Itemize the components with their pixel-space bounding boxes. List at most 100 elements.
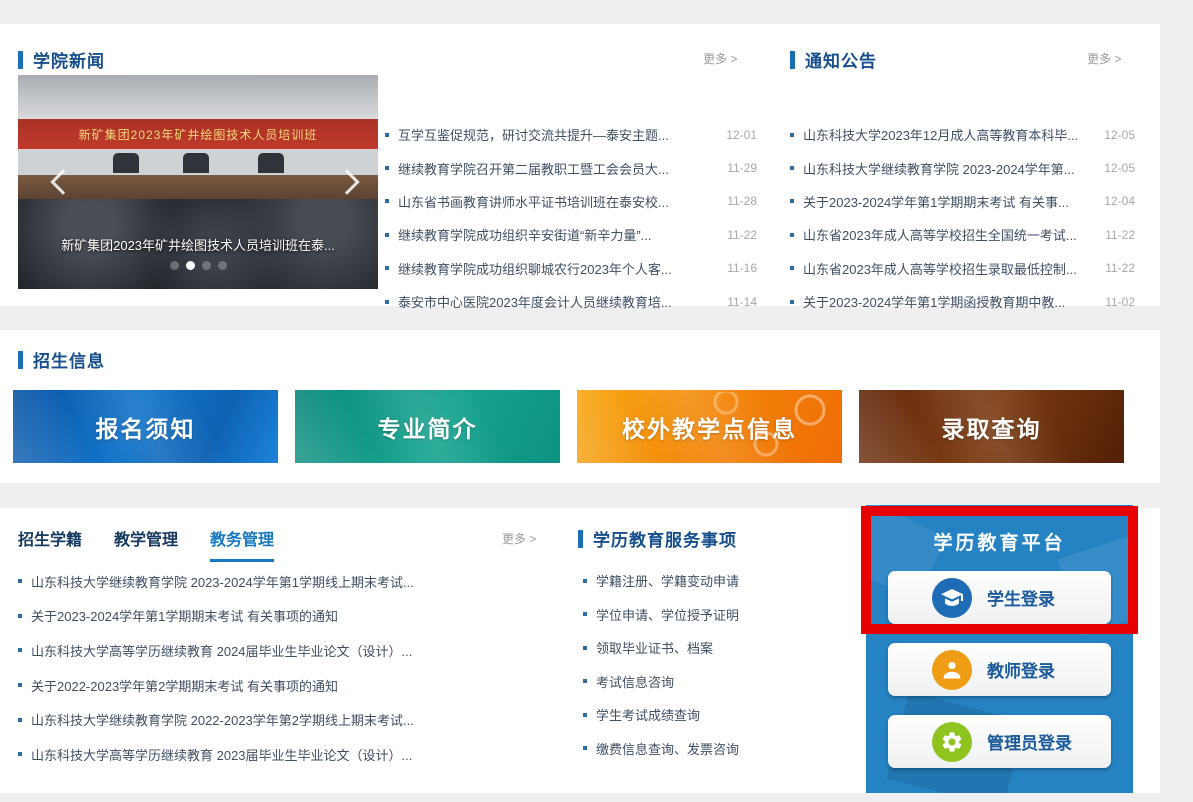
news-item[interactable]: 继续教育学院召开第二届教职工暨工会会员大... 11-29 [385,151,757,184]
info-item[interactable]: 山东科技大学高等学历继续教育 2024届毕业生毕业论文（设计）... [18,633,488,668]
service-item-title: 考试信息咨询 [596,672,863,691]
info-item[interactable]: 关于2022-2023学年第2学期期末考试 有关事项的通知 [18,668,488,703]
info-item-title: 山东科技大学高等学历继续教育 2024届毕业生毕业论文（设计）... [31,641,488,660]
graduation-cap-icon [932,578,972,618]
carousel-dot[interactable] [218,261,227,270]
info-item-title: 关于2023-2024学年第1学期期末考试 有关事项的通知 [31,606,488,625]
service-item[interactable]: 考试信息咨询 [583,665,863,699]
news-item[interactable]: 继续教育学院成功组织聊城农行2023年个人客... 11-16 [385,252,757,285]
news-item-date: 11-16 [727,261,757,275]
service-item[interactable]: 缴费信息查询、发票咨询 [583,732,863,766]
notices-section-title: 通知公告 [805,47,877,72]
news-item[interactable]: 互学互鉴促规范，研讨交流共提升—泰安主题... 12-01 [385,118,757,151]
admissions-card: 招生信息 报名须知 专业简介 校外教学点信息 录取查询 [0,330,1160,483]
notice-item-title: 关于2023-2024学年第1学期函授教育期中教... [803,292,1093,311]
service-item[interactable]: 领取毕业证书、档案 [583,631,863,665]
services-section-title: 学历教育服务事项 [593,526,737,551]
notice-item-date: 11-02 [1105,295,1135,309]
notice-item[interactable]: 山东省2023年成人高等学校招生全国统一考试... 11-22 [790,218,1135,251]
news-carousel[interactable]: 新矿集团2023年矿井绘图技术人员培训班 新矿集团2023年矿井绘图技术人员培训… [18,75,378,289]
carousel-dot[interactable] [170,261,179,270]
carousel-dot[interactable] [202,261,211,270]
service-item-title: 领取毕业证书、档案 [596,638,863,657]
bullet-icon [583,713,587,717]
bullet-icon [385,266,389,270]
admissions-banner-label: 专业简介 [378,410,478,444]
header-accent-bar [578,530,583,548]
news-more-link[interactable]: 更多 > [703,50,737,67]
notice-item-title: 山东科技大学2023年12月成人高等教育本科毕... [803,125,1092,144]
notices-more-link[interactable]: 更多 > [1087,50,1121,67]
bullet-icon [790,199,794,203]
notice-item-date: 11-22 [1105,228,1135,242]
admissions-banner-row: 报名须知 专业简介 校外教学点信息 录取查询 [13,390,1124,463]
services-list: 学籍注册、学籍变动申请 学位申请、学位授予证明 领取毕业证书、档案 考试信息咨询… [583,564,863,765]
admissions-banner[interactable]: 报名须知 [13,390,278,463]
notice-item[interactable]: 关于2023-2024学年第1学期函授教育期中教... 11-02 [790,285,1135,318]
notice-item[interactable]: 山东科技大学2023年12月成人高等教育本科毕... 12-05 [790,118,1135,151]
student-login-label: 学生登录 [987,585,1055,610]
notice-item-date: 12-05 [1104,128,1135,142]
admissions-banner-label: 报名须知 [96,410,196,444]
bullet-icon [18,718,22,722]
admissions-banner-label: 录取查询 [942,410,1042,444]
carousel-dots [18,261,378,270]
admin-login-button[interactable]: 管理员登录 [888,715,1111,768]
admissions-banner[interactable]: 专业简介 [295,390,560,463]
notice-item[interactable]: 山东科技大学继续教育学院 2023-2024学年第... 12-05 [790,151,1135,184]
news-item-date: 11-14 [727,295,757,309]
admissions-banner[interactable]: 校外教学点信息 [577,390,842,463]
info-item-title: 山东科技大学继续教育学院 2023-2024学年第1学期线上期末考试... [31,572,488,591]
tab-admission-enrollment[interactable]: 招生学籍 [18,526,82,562]
info-item[interactable]: 山东科技大学继续教育学院 2022-2023学年第2学期线上期末考试... [18,702,488,737]
bullet-icon [18,648,22,652]
news-item-date: 11-29 [727,161,757,175]
admissions-banner[interactable]: 录取查询 [859,390,1124,463]
carousel-caption[interactable]: 新矿集团2023年矿井绘图技术人员培训班在泰... [18,235,378,254]
bullet-icon [583,746,587,750]
gear-icon [932,722,972,762]
bullet-icon [790,266,794,270]
info-item-title: 山东科技大学继续教育学院 2022-2023学年第2学期线上期末考试... [31,710,488,729]
news-item[interactable]: 山东省书画教育讲师水平证书培训班在泰安校... 11-28 [385,185,757,218]
service-item[interactable]: 学生考试成绩查询 [583,698,863,732]
bullet-icon [18,683,22,687]
notice-item-title: 山东科技大学继续教育学院 2023-2024学年第... [803,159,1092,178]
header-accent-bar [790,51,795,69]
service-item[interactable]: 学位申请、学位授予证明 [583,598,863,632]
notice-item-date: 11-22 [1105,261,1135,275]
notice-item[interactable]: 关于2023-2024学年第1学期期末考试 有关事... 12-04 [790,185,1135,218]
admissions-section-header: 招生信息 [18,347,105,372]
service-item-title: 学籍注册、学籍变动申请 [596,571,863,590]
tab-teaching-management[interactable]: 教学管理 [114,526,178,562]
news-item-title: 互学互鉴促规范，研讨交流共提升—泰安主题... [398,125,714,144]
info-item[interactable]: 关于2023-2024学年第1学期期末考试 有关事项的通知 [18,599,488,634]
news-item-title: 继续教育学院成功组织聊城农行2023年个人客... [398,259,715,278]
services-section-header: 学历教育服务事项 [578,526,737,551]
notice-item[interactable]: 山东省2023年成人高等学校招生录取最低控制... 11-22 [790,252,1135,285]
teacher-login-button[interactable]: 教师登录 [888,643,1111,696]
bullet-icon [385,199,389,203]
info-item-title: 山东科技大学高等学历继续教育 2023届毕业生毕业论文（设计）... [31,745,488,764]
student-login-button[interactable]: 学生登录 [888,571,1111,624]
news-item[interactable]: 继续教育学院成功组织辛安街道“新辛力量”... 11-22 [385,218,757,251]
bullet-icon [583,646,587,650]
carousel-photo-banner-text: 新矿集团2023年矿井绘图技术人员培训班 [18,119,378,149]
notice-item-title: 关于2023-2024学年第1学期期末考试 有关事... [803,192,1092,211]
info-more-link[interactable]: 更多 > [502,530,536,547]
carousel-dot-active[interactable] [186,261,195,270]
teacher-icon [932,650,972,690]
info-item[interactable]: 山东科技大学继续教育学院 2023-2024学年第1学期线上期末考试... [18,564,488,599]
notices-section-header: 通知公告 [790,47,877,72]
bullet-icon [790,166,794,170]
admissions-section-title: 招生信息 [33,347,105,372]
tab-academic-affairs[interactable]: 教务管理 [210,526,274,562]
carousel-photo-ceiling [18,75,378,119]
service-item[interactable]: 学籍注册、学籍变动申请 [583,564,863,598]
bullet-icon [790,233,794,237]
header-accent-bar [18,351,23,369]
info-item[interactable]: 山东科技大学高等学历继续教育 2023届毕业生毕业论文（设计）... [18,737,488,772]
news-item[interactable]: 泰安市中心医院2023年度会计人员继续教育培... 11-14 [385,285,757,318]
service-item-title: 学位申请、学位授予证明 [596,605,863,624]
header-accent-bar [18,51,23,69]
